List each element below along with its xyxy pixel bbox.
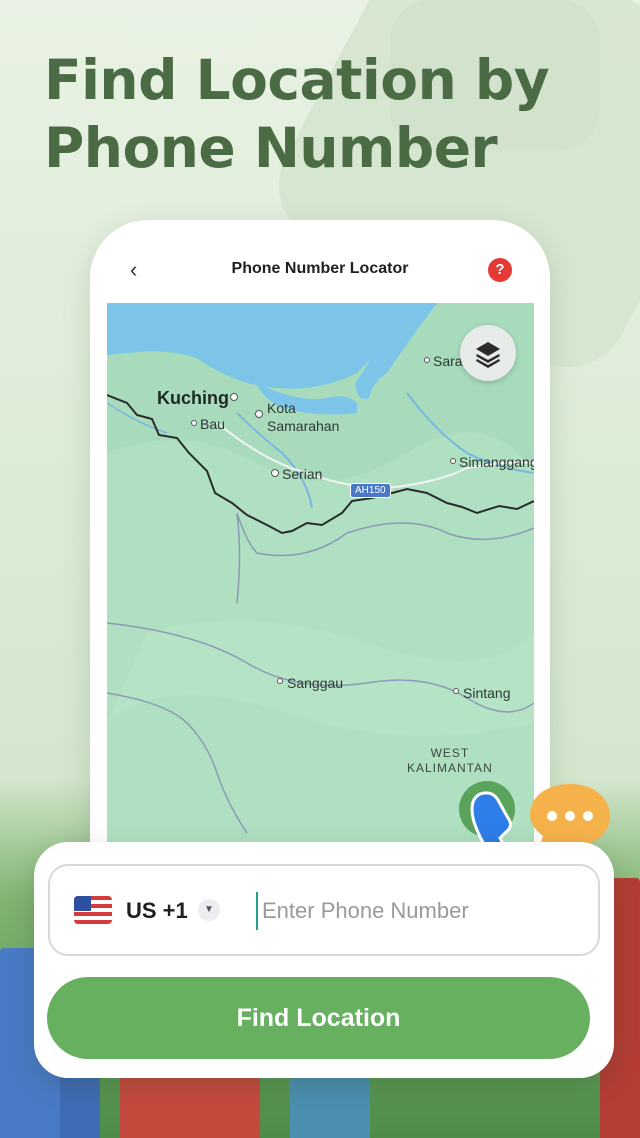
map-view[interactable]: Kuching Bau Kota Samarahan Serian Sara S…: [107, 303, 534, 863]
city-marker: [277, 678, 283, 684]
map-label-sanggau: Sanggau: [287, 675, 344, 691]
phone-search-card: US +1 ▼ Find Location: [34, 842, 614, 1078]
app-title: Phone Number Locator: [231, 260, 409, 277]
city-marker: [450, 458, 456, 464]
phone-input-group: US +1 ▼: [48, 864, 600, 956]
map-label-simanggang: Simanggang: [459, 454, 534, 470]
headline-line-1: Find Location by: [44, 48, 550, 112]
road-shield: AH150: [350, 483, 391, 498]
us-flag-icon: [74, 896, 112, 924]
map-label-serian: Serian: [282, 466, 323, 482]
city-marker: [424, 357, 430, 363]
city-marker: [271, 469, 279, 477]
map-label-kuching: Kuching: [157, 388, 229, 408]
layers-icon: [476, 342, 500, 368]
help-icon[interactable]: ?: [488, 258, 512, 282]
map-label-sara: Sara: [433, 353, 463, 369]
map-label-region: WEST KALIMANTAN: [407, 746, 493, 776]
page-headline: Find Location by Phone Number: [44, 46, 604, 182]
map-label-region-line-1: WEST: [430, 746, 470, 760]
city-marker: [230, 393, 238, 401]
city-marker: [255, 410, 263, 418]
city-marker: [453, 688, 459, 694]
find-location-button[interactable]: Find Location: [47, 977, 590, 1059]
building: [120, 1068, 260, 1138]
map-label-bau: Bau: [200, 416, 225, 432]
map-layers-button[interactable]: [460, 325, 516, 381]
phone-number-input[interactable]: [256, 892, 576, 930]
map-label-kota-samarahan: Kota Samarahan: [267, 399, 339, 435]
map-label-samarahan: Samarahan: [267, 418, 340, 434]
chevron-down-icon[interactable]: ▼: [198, 899, 220, 921]
map-graphics: [107, 303, 534, 863]
map-label-kota: Kota: [267, 400, 296, 416]
country-code-selector[interactable]: US +1: [126, 898, 188, 924]
app-header: ‹ Phone Number Locator ?: [90, 256, 550, 286]
building: [290, 1078, 370, 1138]
map-label-region-line-2: KALIMANTAN: [407, 761, 493, 775]
headline-line-2: Phone Number: [44, 116, 498, 180]
map-label-sintang: Sintang: [463, 685, 511, 701]
city-marker: [191, 420, 197, 426]
